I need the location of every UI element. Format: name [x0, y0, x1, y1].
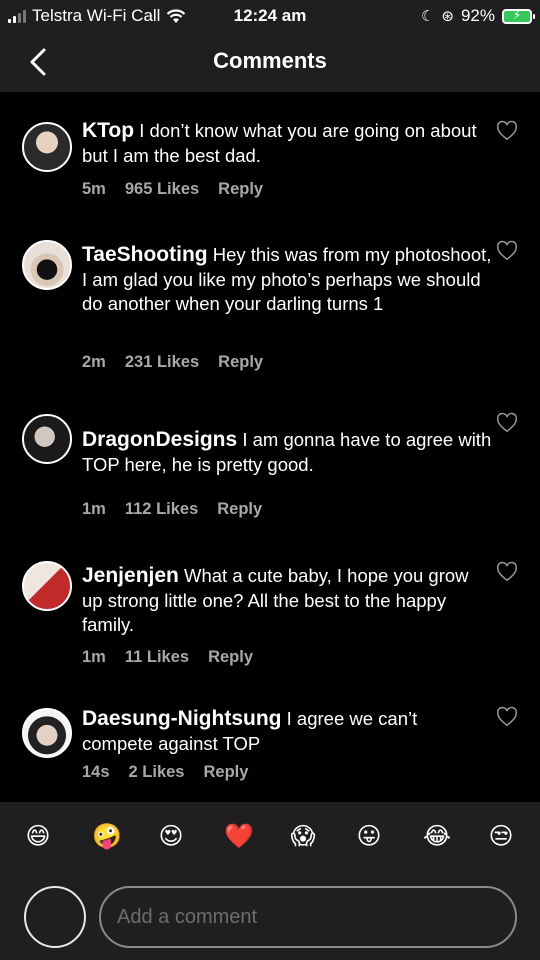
comment-meta: 5m 965 Likes Reply	[82, 180, 263, 199]
avatar[interactable]	[22, 414, 72, 464]
battery-percent: 92%	[460, 6, 495, 25]
unamused-face-emoji[interactable]: 😒	[488, 824, 514, 850]
comment-meta: 1m 11 Likes Reply	[82, 648, 253, 667]
like-heart-icon[interactable]	[496, 412, 518, 434]
comment-composer	[0, 872, 540, 960]
emoji-bar: 😄 🤪 😍 ❤️ 😱 😛 😂 😒	[0, 802, 540, 872]
status-bar: Telstra Wi-Fi Call 12:24 am ☾ ⊛ 92% ⚡	[0, 0, 540, 32]
avatar[interactable]	[22, 708, 72, 758]
comment-time: 1m	[82, 500, 106, 518]
comment-meta: 2m 231 Likes Reply	[82, 353, 263, 372]
nav-bar: Comments	[0, 32, 540, 92]
avatar[interactable]	[22, 240, 72, 290]
comment-likes[interactable]: 11 Likes	[125, 648, 189, 667]
page-title: Comments	[213, 48, 327, 73]
comment-text: I don’t know what you are going on about…	[82, 120, 477, 166]
comment-time: 14s	[82, 763, 110, 781]
screaming-face-emoji[interactable]: 😱	[290, 824, 316, 850]
status-right: ☾ ⊛ 92% ⚡	[420, 6, 535, 26]
like-heart-icon[interactable]	[496, 240, 518, 262]
comment-body: TaeShooting Hey this was from my photosh…	[82, 243, 492, 317]
comment-body: Daesung-Nightsung I agree we can’t compe…	[82, 707, 492, 756]
red-heart-emoji[interactable]: ❤️	[224, 824, 254, 850]
comment-username[interactable]: TaeShooting	[82, 243, 208, 266]
comment-time: 5m	[82, 180, 106, 198]
comment-username[interactable]: DragonDesigns	[82, 428, 237, 451]
battery-icon: ⚡	[502, 8, 535, 24]
like-heart-icon[interactable]	[496, 561, 518, 583]
user-avatar	[24, 886, 86, 948]
tears-of-joy-emoji[interactable]: 😂	[423, 824, 451, 850]
like-heart-icon[interactable]	[496, 706, 518, 728]
reply-button[interactable]: Reply	[204, 763, 249, 782]
zany-face-emoji[interactable]: 🤪	[92, 824, 122, 850]
reply-button[interactable]: Reply	[218, 180, 263, 199]
comment-username[interactable]: KTop	[82, 119, 134, 142]
moon-icon: ☾	[420, 8, 435, 25]
avatar[interactable]	[22, 561, 72, 611]
grinning-emoji[interactable]: 😄	[25, 824, 51, 850]
comment-time: 2m	[82, 353, 106, 371]
comment-likes[interactable]: 2 Likes	[129, 763, 185, 782]
comment-body: DragonDesigns I am gonna have to agree w…	[82, 428, 492, 477]
reply-button[interactable]: Reply	[218, 353, 263, 372]
comment-likes[interactable]: 231 Likes	[125, 353, 199, 372]
comment-input[interactable]	[99, 886, 517, 948]
comment-username[interactable]: Daesung-Nightsung	[82, 707, 282, 730]
comment-time: 1m	[82, 648, 106, 666]
comment-body: KTop I don’t know what you are going on …	[82, 119, 492, 168]
reply-button[interactable]: Reply	[217, 500, 262, 519]
like-heart-icon[interactable]	[496, 120, 518, 142]
comment-username[interactable]: Jenjenjen	[82, 564, 179, 587]
heart-eyes-emoji[interactable]: 😍	[158, 824, 184, 850]
comment-likes[interactable]: 965 Likes	[125, 180, 199, 199]
comment-body: Jenjenjen What a cute baby, I hope you g…	[82, 564, 492, 638]
comment-meta: 1m 112 Likes Reply	[82, 500, 262, 519]
comment-likes[interactable]: 112 Likes	[125, 500, 198, 519]
tongue-out-emoji[interactable]: 😛	[356, 824, 382, 850]
orientation-lock-icon: ⊛	[441, 8, 454, 25]
avatar[interactable]	[22, 122, 72, 172]
reply-button[interactable]: Reply	[208, 648, 253, 667]
comment-meta: 14s 2 Likes Reply	[82, 763, 248, 782]
